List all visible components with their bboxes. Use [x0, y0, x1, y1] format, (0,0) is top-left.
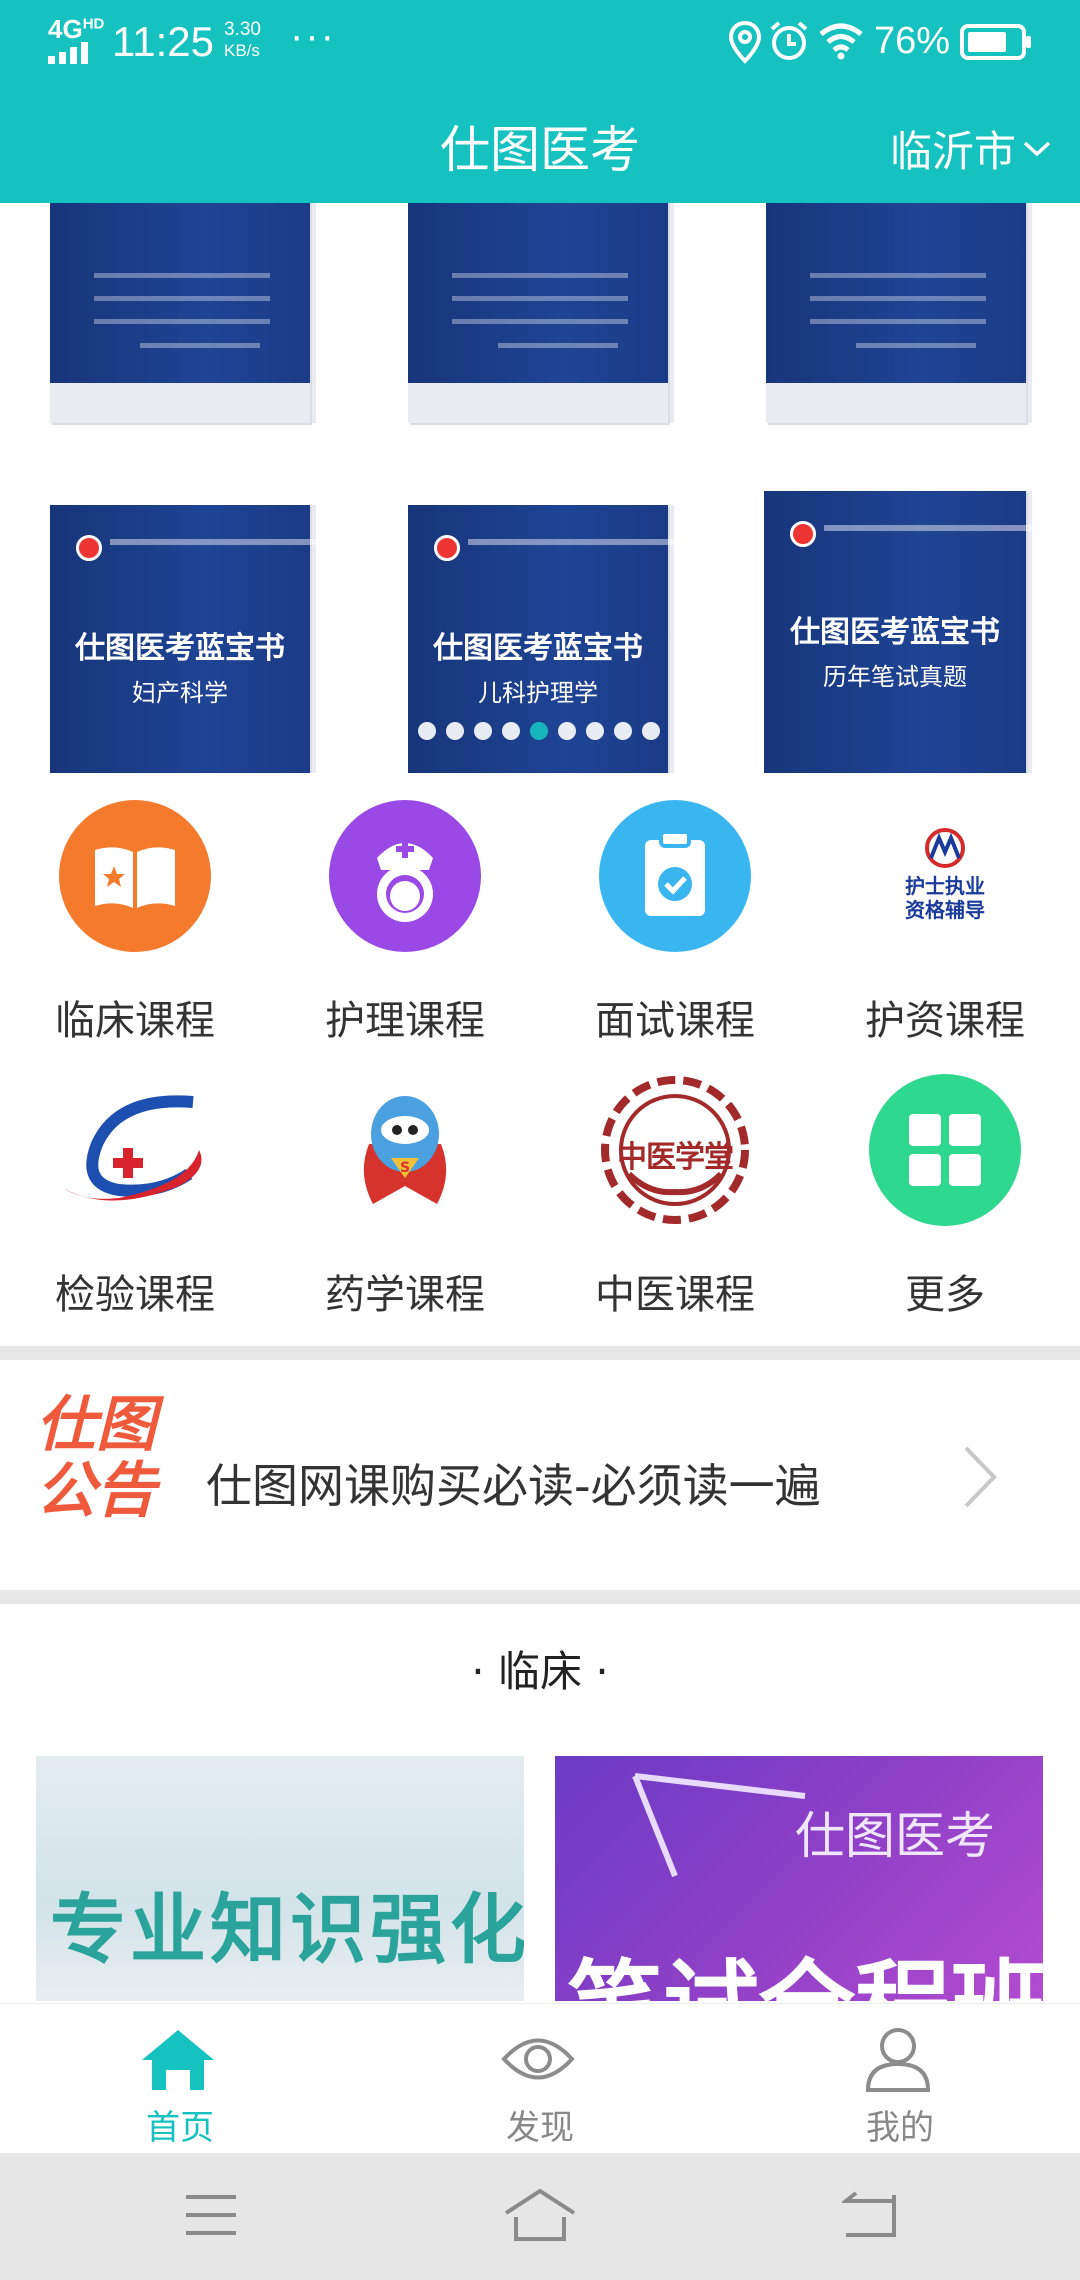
category-label: 临床课程 [55, 998, 215, 1044]
carousel-dot[interactable] [558, 722, 576, 740]
lab-logo-icon [63, 1095, 202, 1201]
battery-percent: 76% [874, 20, 951, 62]
category-clinical[interactable]: 临床课程 [0, 800, 270, 1050]
clock: 11:25 [112, 18, 214, 65]
nurse-icon [329, 800, 481, 952]
book-subtitle: 妇产科学 [132, 681, 228, 707]
network-rate-unit: KB/s [224, 41, 260, 60]
banner-book-3: 仕图医考蓝宝书 历年笔试真题 [764, 491, 1044, 773]
category-label: 药学课程 [325, 1272, 485, 1318]
carousel-dot[interactable] [642, 722, 660, 740]
section-divider [0, 1346, 1080, 1360]
banner-book-top-3 [766, 203, 1026, 423]
back-icon[interactable] [842, 2191, 896, 2239]
city-selector[interactable]: 临沂市 [890, 118, 1052, 179]
svg-text:S: S [400, 1160, 410, 1176]
open-book-icon [59, 800, 211, 952]
bottom-tab-bar: 首页 发现 我的 [0, 2003, 1080, 2154]
section-divider [0, 1590, 1080, 1604]
network-rate-value: 3.30 [224, 19, 261, 40]
tab-mine[interactable]: 我的 [720, 2004, 1080, 2154]
carousel-dot[interactable] [474, 722, 492, 740]
home-icon [142, 2030, 214, 2090]
carousel-dot[interactable] [586, 722, 604, 740]
notice-logo-line-1: 仕图 [36, 1390, 156, 1460]
book-subtitle: 儿科护理学 [478, 681, 598, 707]
nurse-qualification-logo: 护士执业 资格辅导 [869, 800, 1021, 952]
category-label: 护理课程 [325, 998, 485, 1044]
category-pharmacy[interactable]: S 药学课程 [270, 1074, 540, 1324]
category-more[interactable]: 更多 [810, 1074, 1080, 1324]
course-card-brand: 仕图医考 [795, 1807, 995, 1865]
tcm-logo-icon: 中医学堂 [599, 1074, 751, 1226]
grid-icon [869, 1074, 1021, 1226]
logo-line-1: 护士执业 [905, 874, 985, 898]
category-label: 面试课程 [595, 998, 755, 1044]
network-type: 4GHD [48, 14, 105, 44]
banner-book-1: 仕图医考蓝宝书 妇产科学 [50, 505, 330, 773]
status-bar: 4GHD 11:25 3.30 KB/s ··· 76% [0, 0, 1080, 86]
category-label: 护资课程 [865, 998, 1025, 1044]
logo-line-2: 资格辅导 [905, 898, 985, 922]
course-card-1[interactable]: 专业知识强化 [36, 1756, 524, 2001]
tab-label: 发现 [506, 2108, 574, 2148]
carousel-dot[interactable] [530, 722, 548, 740]
notice-logo: 仕图 公告 [36, 1392, 168, 1532]
category-interview[interactable]: 面试课程 [540, 800, 810, 1050]
carousel-dot[interactable] [614, 722, 632, 740]
category-label: 更多 [905, 1272, 985, 1318]
category-label: 中医课程 [595, 1272, 755, 1318]
book-subtitle: 历年笔试真题 [823, 665, 967, 691]
course-card-text: 专业知识强化 [50, 1885, 524, 1974]
logo-emblem-icon [925, 828, 965, 868]
category-label: 检验课程 [55, 1272, 215, 1318]
more-notifications-icon: ··· [290, 14, 336, 58]
app-header: 4GHD 11:25 3.30 KB/s ··· 76% 仕图医考 临沂市 [0, 0, 1080, 203]
mascot-icon: S [363, 1096, 447, 1204]
course-card-text: 笔试全程班 [567, 1928, 1043, 2001]
clipboard-check-icon [599, 800, 751, 952]
city-label: 临沂市 [889, 127, 1016, 176]
notice-bar[interactable]: 仕图 公告 仕图网课购买必读-必须读一遍 [0, 1360, 1080, 1590]
wifi-icon [819, 23, 863, 60]
banner-carousel[interactable]: 仕图医考蓝宝书 妇产科学 仕图医考蓝宝书 儿科护理学 仕图医考蓝宝书 历年笔试真… [0, 203, 1080, 773]
eye-icon [501, 2038, 575, 2080]
course-card-2[interactable]: 仕图医考 笔试全程班 [555, 1756, 1043, 2001]
publisher-logo-icon [76, 535, 102, 561]
carousel-indicator[interactable] [418, 722, 660, 740]
banner-book-top-1 [50, 203, 310, 423]
book-title: 仕图医考蓝宝书 [790, 616, 1000, 649]
user-icon [865, 2028, 931, 2092]
tab-discover[interactable]: 发现 [360, 2004, 720, 2154]
tcm-logo-text: 中医学堂 [617, 1140, 734, 1175]
carousel-dot[interactable] [418, 722, 436, 740]
menu-icon[interactable] [184, 2193, 238, 2237]
notice-logo-line-2: 公告 [36, 1456, 156, 1526]
category-tcm[interactable]: 中医学堂 中医课程 [540, 1074, 810, 1324]
publisher-logo-icon [790, 521, 816, 547]
category-nursing[interactable]: 护理课程 [270, 800, 540, 1050]
category-lab[interactable]: 检验课程 [0, 1074, 270, 1324]
decorative-stroke-icon [632, 1773, 806, 1878]
book-title: 仕图医考蓝宝书 [75, 632, 285, 665]
category-nurse-qualification[interactable]: 护士执业 资格辅导 护资课程 [810, 800, 1080, 1050]
banner-book-top-2 [408, 203, 668, 423]
system-navigation-bar [0, 2153, 1080, 2280]
section-title: · 临床 · [471, 1647, 609, 1696]
tab-label: 首页 [146, 2108, 214, 2148]
location-icon [728, 20, 762, 64]
chevron-down-icon [1023, 141, 1051, 156]
carousel-dot[interactable] [502, 722, 520, 740]
carousel-dot[interactable] [446, 722, 464, 740]
tab-label: 我的 [866, 2108, 934, 2148]
tab-home[interactable]: 首页 [0, 2004, 360, 2154]
chevron-right-icon[interactable] [960, 1442, 1000, 1512]
publisher-logo-icon [434, 535, 460, 561]
alarm-icon [770, 21, 808, 60]
notice-text[interactable]: 仕图网课购买必读-必须读一遍 [206, 1450, 821, 1516]
home-nav-icon[interactable] [504, 2187, 576, 2243]
signal-icon [48, 42, 88, 64]
book-title: 仕图医考蓝宝书 [433, 632, 643, 665]
battery-icon [960, 24, 1031, 60]
